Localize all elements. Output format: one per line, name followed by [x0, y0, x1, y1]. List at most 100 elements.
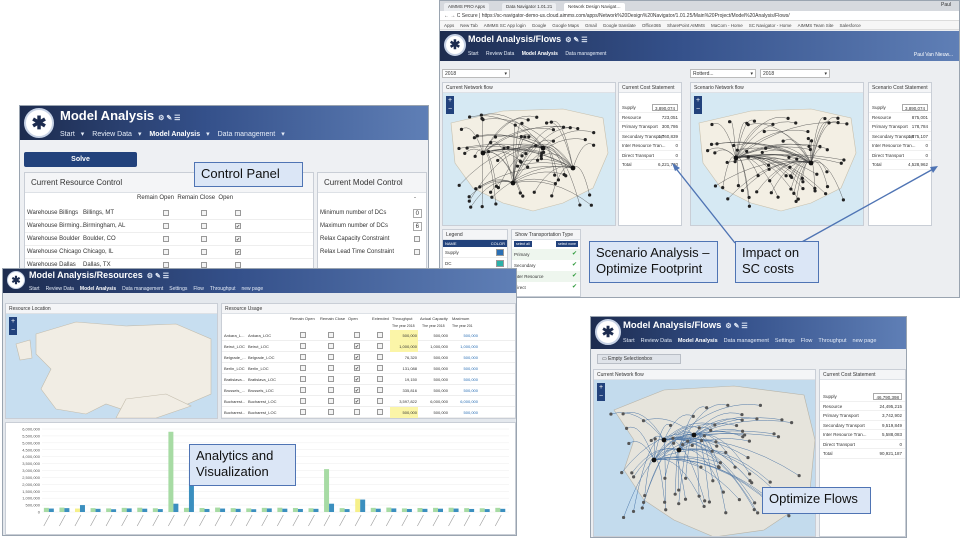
bar[interactable] — [90, 508, 96, 512]
network-node[interactable] — [621, 515, 626, 520]
hub-node[interactable] — [570, 165, 576, 171]
network-node[interactable] — [709, 142, 714, 146]
network-node[interactable] — [756, 511, 760, 515]
network-node[interactable] — [762, 129, 766, 134]
network-node[interactable] — [745, 121, 749, 125]
nav-item[interactable]: Flow — [801, 338, 813, 344]
hub-node[interactable] — [691, 432, 697, 438]
bar[interactable] — [106, 508, 112, 512]
network-node[interactable] — [649, 438, 653, 443]
network-node[interactable] — [836, 116, 840, 120]
network-node[interactable] — [632, 475, 636, 479]
network-node[interactable] — [518, 159, 522, 163]
network-node[interactable] — [621, 412, 625, 416]
nav-start[interactable]: Start — [60, 131, 75, 138]
bar[interactable] — [417, 507, 423, 512]
network-node[interactable] — [551, 128, 556, 132]
header-tools-icon[interactable]: ⚙ ✎ ☰ — [158, 115, 180, 122]
network-node[interactable] — [823, 116, 827, 121]
network-node[interactable] — [755, 417, 759, 421]
network-node[interactable] — [535, 115, 539, 119]
network-node[interactable] — [715, 142, 719, 146]
remain-close-checkbox[interactable] — [201, 249, 207, 255]
bar[interactable] — [152, 508, 158, 512]
bookmark-item[interactable]: SC Navigator - Home — [749, 23, 792, 28]
network-node[interactable] — [713, 423, 717, 427]
network-node[interactable] — [539, 157, 544, 161]
network-node[interactable] — [842, 158, 846, 162]
remain-open-checkbox[interactable] — [300, 332, 306, 338]
remain-open-checkbox[interactable] — [163, 210, 169, 216]
remain-close-checkbox[interactable] — [328, 332, 334, 338]
bar[interactable] — [386, 507, 392, 512]
extended-checkbox[interactable] — [377, 332, 383, 338]
network-node[interactable] — [551, 139, 556, 143]
year-select-right[interactable]: 2018 ▾ — [760, 69, 830, 78]
bar[interactable] — [453, 508, 459, 512]
open-checkbox[interactable]: ✔ — [354, 365, 360, 372]
bar[interactable] — [344, 509, 350, 512]
open-checkbox[interactable]: ✔ — [354, 376, 360, 383]
bar[interactable] — [173, 503, 179, 512]
hub-node[interactable] — [480, 150, 486, 156]
network-node[interactable] — [792, 191, 796, 195]
open-checkbox[interactable]: ✔ — [235, 223, 241, 230]
network-node[interactable] — [703, 499, 707, 503]
extended-checkbox[interactable] — [377, 343, 383, 349]
bar[interactable] — [464, 508, 470, 512]
network-node[interactable] — [702, 504, 706, 509]
zoom-controls[interactable]: + − — [597, 383, 605, 401]
network-node[interactable] — [839, 161, 843, 165]
browser-tab[interactable]: AIMMS PRO Apps — [444, 3, 490, 11]
bar[interactable] — [324, 469, 330, 512]
model-control-value[interactable]: 6 — [412, 222, 422, 231]
network-node[interactable] — [545, 121, 549, 125]
network-node[interactable] — [713, 151, 717, 155]
network-node[interactable] — [755, 190, 759, 194]
network-node[interactable] — [683, 497, 688, 501]
network-node[interactable] — [697, 426, 701, 430]
network-node[interactable] — [790, 175, 794, 180]
bookmark-item[interactable]: AIMMS SC App login — [484, 23, 526, 28]
network-node[interactable] — [494, 202, 498, 206]
network-node[interactable] — [760, 150, 764, 155]
network-node[interactable] — [526, 165, 530, 169]
network-node[interactable] — [710, 122, 714, 127]
network-node[interactable] — [794, 199, 798, 203]
bar[interactable] — [75, 508, 80, 512]
network-node[interactable] — [583, 137, 587, 142]
open-checkbox[interactable] — [354, 409, 360, 415]
bar[interactable] — [79, 505, 85, 512]
network-node[interactable] — [494, 184, 498, 188]
nav-item[interactable]: Settings — [169, 286, 187, 292]
network-node[interactable] — [800, 176, 804, 180]
bar[interactable] — [137, 507, 143, 512]
bar[interactable] — [261, 507, 267, 512]
bar[interactable] — [500, 508, 506, 512]
network-node[interactable] — [736, 184, 741, 188]
network-node[interactable] — [806, 129, 810, 134]
network-node[interactable] — [758, 403, 763, 407]
network-node[interactable] — [699, 439, 704, 443]
network-node[interactable] — [756, 173, 760, 178]
network-node[interactable] — [784, 174, 788, 178]
network-node[interactable] — [721, 185, 725, 190]
network-node[interactable] — [747, 439, 751, 443]
open-checkbox[interactable] — [235, 210, 241, 216]
network-node[interactable] — [699, 465, 703, 469]
nav-arrows-icon[interactable]: ← → C — [444, 13, 462, 19]
zoom-controls[interactable]: + − — [446, 96, 454, 114]
bar[interactable] — [142, 508, 148, 512]
extended-checkbox[interactable] — [377, 409, 383, 415]
nav-item[interactable]: Review Data — [641, 338, 672, 344]
bar[interactable] — [375, 508, 381, 512]
scenario-select[interactable]: Rotterd... ▾ — [690, 69, 756, 78]
network-node[interactable] — [824, 192, 828, 196]
network-node[interactable] — [524, 151, 528, 156]
network-node[interactable] — [480, 205, 484, 209]
bar[interactable] — [297, 508, 303, 512]
network-node[interactable] — [776, 195, 780, 199]
network-node[interactable] — [710, 449, 714, 453]
network-node[interactable] — [519, 135, 523, 139]
network-node[interactable] — [808, 147, 812, 152]
